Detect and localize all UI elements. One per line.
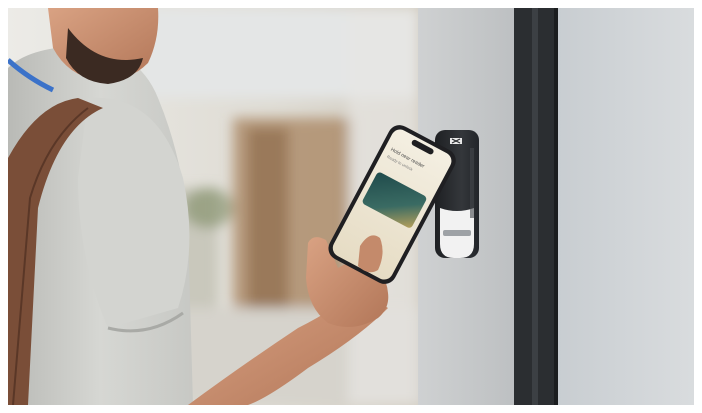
photo-frame: Hold near reader Ready to unlock xyxy=(8,8,694,405)
scene: Hold near reader Ready to unlock xyxy=(8,8,694,405)
glass-panel xyxy=(556,8,694,405)
